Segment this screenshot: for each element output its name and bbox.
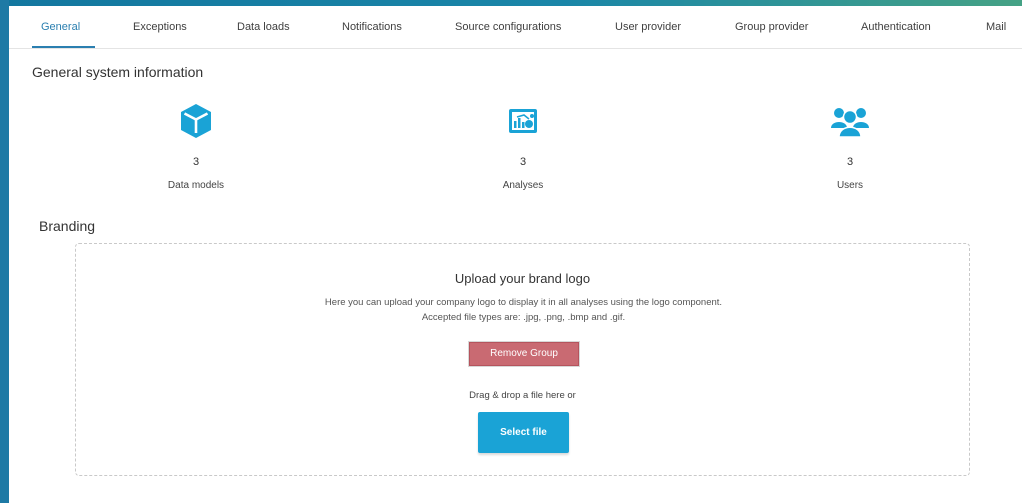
- analyses-label: Analyses: [502, 180, 544, 191]
- stat-users: 3 Users: [780, 103, 920, 191]
- data-models-count: 3: [192, 156, 200, 168]
- tab-notifications[interactable]: Notifications: [342, 6, 402, 48]
- tab-source-configurations[interactable]: Source configurations: [455, 6, 561, 48]
- tab-data-loads[interactable]: Data loads: [237, 6, 290, 48]
- remove-group-button[interactable]: Remove Group: [469, 342, 579, 366]
- data-models-label: Data models: [167, 180, 225, 191]
- tab-user-provider[interactable]: User provider: [615, 6, 681, 48]
- users-label: Users: [836, 180, 864, 191]
- settings-tabs: General Exceptions Data loads Notificati…: [9, 6, 1022, 49]
- logo-dropzone[interactable]: Upload your brand logo Here you can uplo…: [75, 243, 970, 476]
- cube-icon: [178, 102, 214, 145]
- left-accent-bar: [0, 0, 9, 503]
- drag-drop-text: Drag & drop a file here or: [469, 390, 576, 401]
- stat-analyses: 3 Analyses: [453, 103, 593, 191]
- tab-authentication[interactable]: Authentication: [861, 6, 931, 48]
- upload-description: Here you can upload your company logo to…: [324, 297, 723, 323]
- general-section-title: General system information: [32, 64, 204, 80]
- tab-group-provider[interactable]: Group provider: [735, 6, 808, 48]
- tab-exceptions[interactable]: Exceptions: [133, 6, 187, 48]
- settings-content: General Exceptions Data loads Notificati…: [9, 6, 1022, 503]
- tab-mail[interactable]: Mail: [986, 6, 1006, 48]
- select-file-button[interactable]: Select file: [478, 412, 569, 453]
- users-count: 3: [846, 156, 854, 168]
- users-group-icon: [831, 103, 869, 144]
- analyses-count: 3: [519, 156, 527, 168]
- app-window: General Exceptions Data loads Notificati…: [0, 0, 1022, 503]
- tab-general[interactable]: General: [41, 6, 80, 48]
- branding-section-title: Branding: [39, 218, 96, 234]
- active-tab-indicator: [32, 46, 95, 48]
- stat-data-models: 3 Data models: [126, 103, 266, 191]
- analysis-chart-icon: [507, 107, 539, 140]
- upload-title: Upload your brand logo: [454, 271, 591, 286]
